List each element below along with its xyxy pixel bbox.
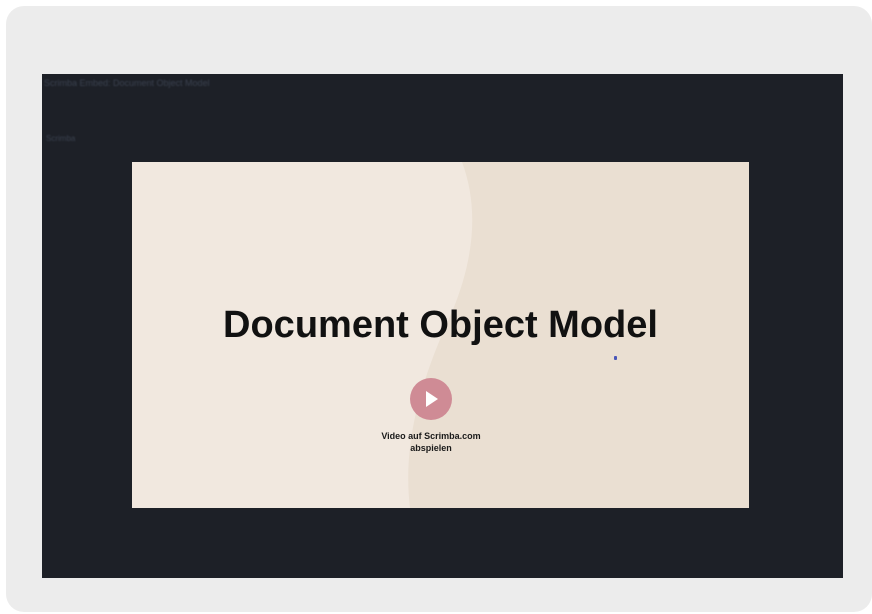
play-icon xyxy=(426,391,438,407)
video-embed-frame[interactable]: Scrimba Embed: Document Object Model Scr… xyxy=(42,74,843,578)
embed-card: Scrimba Embed: Document Object Model Scr… xyxy=(6,6,872,612)
play-caption[interactable]: Video auf Scrimba.com abspielen xyxy=(340,430,522,454)
slide-title: Document Object Model xyxy=(223,304,658,346)
play-caption-line-1: Video auf Scrimba.com xyxy=(381,431,481,441)
video-thumbnail[interactable]: Document Object Model Video auf Scrimba.… xyxy=(132,162,749,508)
embed-subtitle: Scrimba xyxy=(46,134,76,143)
play-button[interactable] xyxy=(410,378,452,420)
mouse-cursor-icon xyxy=(614,356,617,360)
play-caption-line-2: abspielen xyxy=(410,443,452,453)
embed-title: Scrimba Embed: Document Object Model xyxy=(44,78,210,88)
